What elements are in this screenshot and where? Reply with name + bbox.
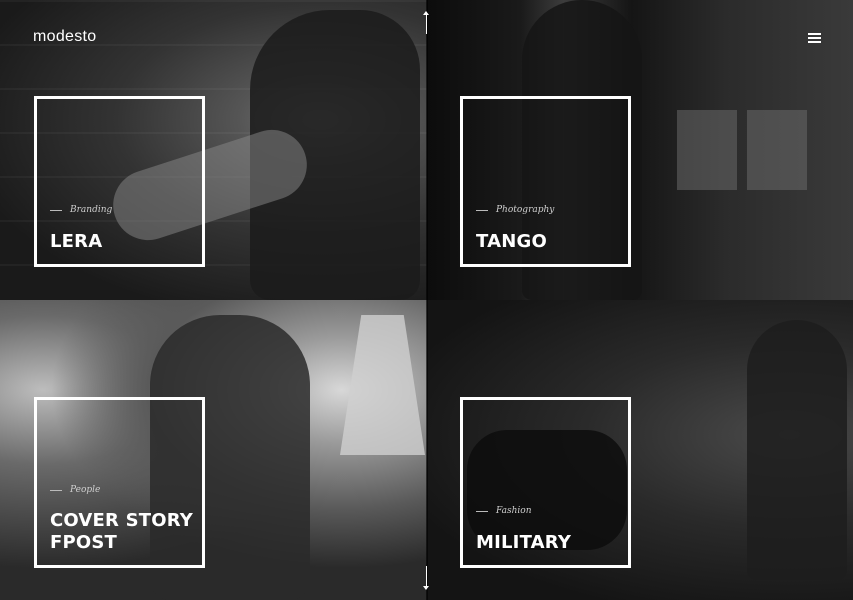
photo-window — [747, 110, 807, 190]
project-title[interactable]: COVER STORY FPOST — [50, 510, 200, 554]
project-category: Branding — [50, 205, 112, 215]
project-frame[interactable]: Photography TANGO — [460, 96, 631, 267]
project-title[interactable]: TANGO — [476, 231, 547, 253]
scroll-down-line — [426, 566, 427, 586]
project-category: Fashion — [476, 506, 532, 516]
project-frame[interactable]: Branding LERA — [34, 96, 205, 267]
project-tile-military[interactable]: Fashion MILITARY — [427, 300, 853, 600]
menu-bar — [808, 33, 821, 35]
photo-subject — [747, 320, 847, 580]
project-tile-cover-story[interactable]: People COVER STORY FPOST — [0, 300, 427, 600]
photo-window — [677, 110, 737, 190]
project-category-label: People — [70, 485, 101, 495]
scroll-up-line — [426, 14, 427, 34]
project-category: People — [50, 485, 100, 495]
menu-bar — [808, 37, 821, 39]
project-title[interactable]: LERA — [50, 231, 102, 253]
project-frame[interactable]: Fashion MILITARY — [460, 397, 631, 568]
grid-divider — [426, 0, 428, 600]
arrow-down-icon[interactable] — [423, 586, 429, 590]
site-logo[interactable]: modesto — [33, 28, 96, 46]
project-frame[interactable]: People COVER STORY FPOST — [34, 397, 205, 568]
dash-icon — [50, 209, 62, 211]
dash-icon — [476, 209, 488, 211]
project-category-label: Photography — [496, 205, 555, 215]
project-tile-tango[interactable]: Photography TANGO — [427, 0, 853, 300]
project-category-label: Fashion — [496, 506, 532, 516]
project-category: Photography — [476, 205, 554, 215]
project-title[interactable]: MILITARY — [476, 532, 571, 554]
dash-icon — [476, 510, 488, 512]
dash-icon — [50, 489, 62, 491]
project-category-label: Branding — [70, 205, 113, 215]
menu-bar — [808, 41, 821, 43]
hamburger-menu-icon[interactable] — [808, 33, 821, 43]
